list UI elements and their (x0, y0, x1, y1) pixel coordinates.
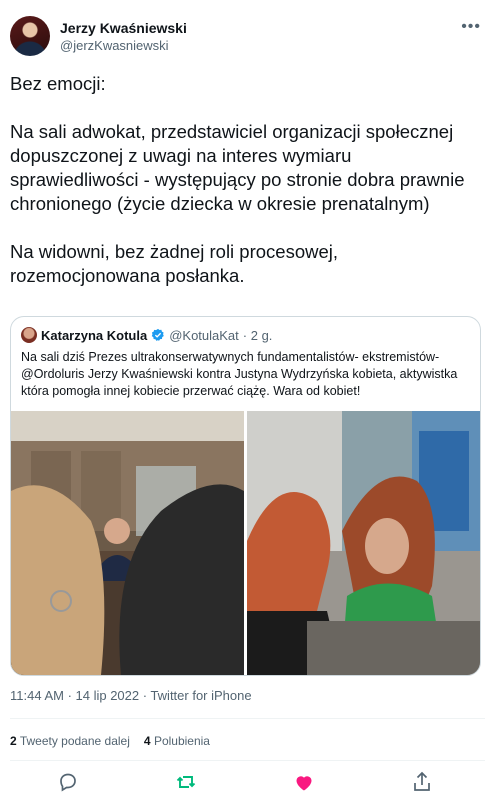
share-icon[interactable] (410, 770, 434, 794)
quoted-tweet-header: Katarzyna Kotula @KotulaKat · 2 g. (21, 326, 272, 344)
photo-courtroom-left-graphic (11, 411, 244, 675)
quoted-author-handle: @KotulaKat (169, 327, 239, 343)
divider (10, 718, 485, 719)
author-avatar[interactable] (10, 16, 50, 56)
photo-courtroom-right-graphic (247, 411, 480, 675)
quoted-tweet-text: Na sali dziś Prezes ultrakonserwatywnych… (21, 350, 458, 398)
retweet-icon[interactable] (174, 770, 198, 794)
likes-count: 4 (143, 734, 151, 748)
quoted-author-name: Katarzyna Kotula (41, 327, 148, 343)
author-handle[interactable]: @jerzKwasniewski (60, 38, 169, 53)
photo-courtroom-left[interactable] (11, 411, 244, 675)
tweet-stats: 2 Tweety podane dalej 4 Polubienia (10, 734, 210, 748)
quoted-author-avatar (21, 327, 37, 343)
author-name[interactable]: Jerzy Kwaśniewski (60, 20, 187, 36)
like-icon[interactable] (292, 770, 316, 794)
more-icon[interactable]: ••• (461, 18, 481, 36)
tweet-header: Jerzy Kwaśniewski @jerzKwasniewski ••• (10, 16, 485, 60)
quoted-tweet[interactable]: Katarzyna Kotula @KotulaKat · 2 g. Na sa… (10, 316, 481, 676)
retweets-stat[interactable]: 2 Tweety podane dalej (10, 734, 130, 748)
likes-label: Polubienia (153, 734, 210, 748)
tweet-text: Bez emocji: Na sali adwokat, przedstawic… (10, 73, 465, 286)
tweet-actions (0, 768, 495, 796)
verified-badge-icon (151, 328, 164, 341)
retweets-count: 2 (10, 734, 17, 748)
tweet-timestamp[interactable]: 11:44 AM · 14 lip 2022 · Twitter for iPh… (10, 688, 252, 703)
photo-courtroom-right[interactable] (247, 411, 480, 675)
likes-stat[interactable]: 4 Polubienia (144, 734, 210, 748)
reply-icon[interactable] (56, 770, 80, 794)
divider (10, 760, 485, 761)
quoted-tweet-time: · 2 g. (242, 327, 273, 343)
retweets-label: Tweety podane dalej (19, 734, 130, 748)
